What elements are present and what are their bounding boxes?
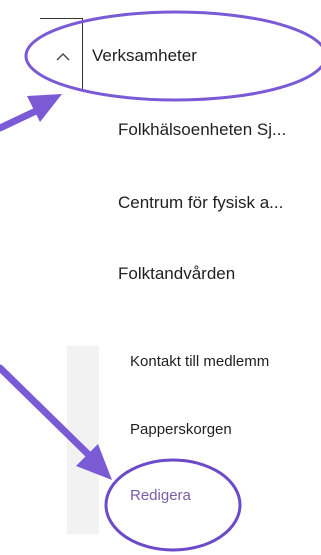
chevron-up-icon[interactable]: [54, 48, 72, 66]
header-divider: [40, 18, 82, 19]
nav-item-folktandvarden[interactable]: Folktandvården: [118, 264, 235, 284]
nav-rail: [67, 346, 99, 534]
nav-item-centrum[interactable]: Centrum för fysisk a...: [118, 193, 283, 213]
nav-item-folkhalsoenheten[interactable]: Folkhälsoenheten Sj...: [118, 120, 286, 140]
nav-item-kontakt[interactable]: Kontakt till medlemm: [130, 353, 269, 370]
annotation-arrow-top: [0, 106, 42, 132]
edit-link[interactable]: Redigera: [130, 487, 191, 504]
annotation-arrowhead-top: [27, 94, 62, 122]
annotation-ellipse-bottom: [104, 458, 242, 552]
focus-indicator: [82, 18, 83, 90]
nav-item-papperskorgen[interactable]: Papperskorgen: [130, 421, 232, 438]
nav-section-verksamheter[interactable]: Verksamheter: [92, 46, 197, 66]
